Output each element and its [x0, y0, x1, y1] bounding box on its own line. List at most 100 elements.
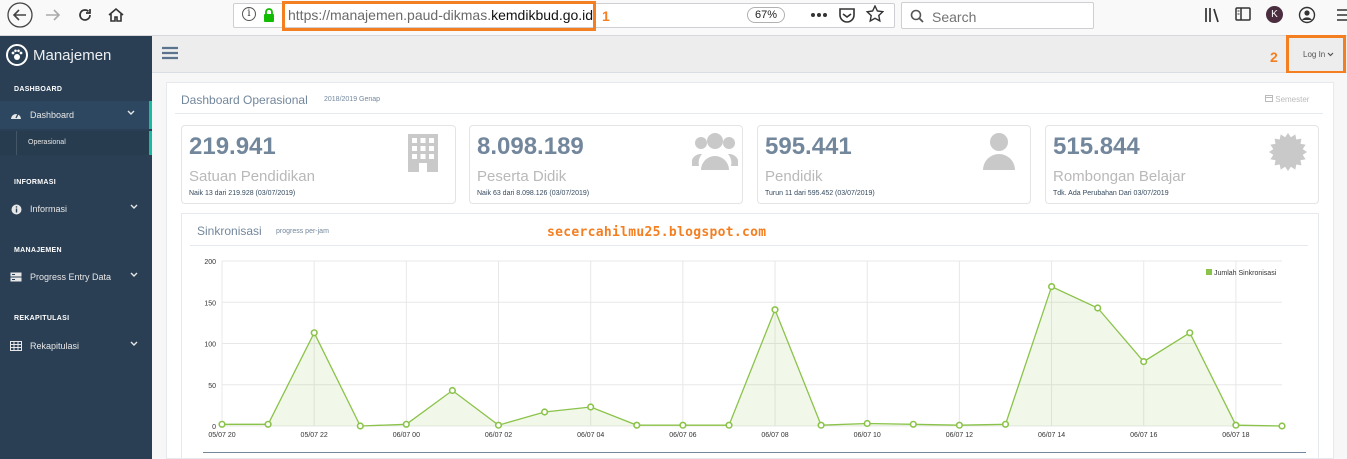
back-arrow-icon	[7, 2, 33, 28]
sidebar-item-dashboard[interactable]: Dashboard	[0, 101, 152, 129]
zoom-level[interactable]: 67%	[747, 7, 786, 23]
brand-title: Manajemen	[33, 46, 112, 64]
y-tick-label: 150	[204, 300, 216, 307]
url-highlight-box	[282, 1, 596, 31]
chevron-down-icon	[130, 341, 138, 346]
data-point	[356, 422, 364, 430]
x-tick-label: 05/07 22	[301, 432, 328, 439]
home-button[interactable]	[100, 0, 132, 30]
sidebar-toggle-icon[interactable]	[1235, 6, 1251, 22]
divider	[175, 113, 1323, 114]
panel-title: Dashboard Operasional	[181, 93, 308, 107]
stat-label: Peserta Didik	[477, 168, 567, 185]
data-point	[1094, 304, 1102, 312]
x-tick-label: 06/07 12	[946, 432, 973, 439]
data-point	[633, 421, 641, 429]
sidebar-item-informasi[interactable]: Informasi	[0, 195, 152, 223]
certificate-badge-icon	[1269, 133, 1307, 171]
annotation-2: 2	[1270, 49, 1278, 65]
stat-value: 219.941	[189, 133, 276, 160]
data-point	[1232, 421, 1240, 429]
x-tick-label: 06/07 02	[485, 432, 512, 439]
data-point	[909, 420, 917, 428]
stat-value: 8.098.189	[477, 133, 584, 160]
top-navbar	[152, 36, 1347, 73]
brand[interactable]: Manajemen	[6, 44, 111, 66]
x-tick-label: 06/07 18	[1222, 432, 1249, 439]
page-actions-icon[interactable]	[810, 12, 828, 18]
data-point	[725, 421, 733, 429]
pocket-icon[interactable]	[838, 6, 856, 24]
menu-section-dashboard: DASHBOARD	[14, 86, 63, 93]
stat-label: Rombongan Belajar	[1053, 168, 1186, 185]
stat-footnote: Tdk. Ada Perubahan Dari 03/07/2019	[1053, 190, 1169, 197]
forward-button[interactable]	[37, 0, 69, 30]
search-icon	[910, 9, 924, 23]
dashboard-gauge-icon	[10, 109, 22, 121]
data-point	[218, 420, 226, 428]
data-point	[817, 421, 825, 429]
reload-icon	[79, 9, 91, 21]
profile-avatar[interactable]: K	[1266, 6, 1283, 23]
browser-toolbar: i https://manajemen.paud-dikmas.kemdikbu…	[0, 0, 1347, 36]
building-icon	[408, 134, 438, 172]
stat-tile-rombongan-belajar: 515.844 Rombongan Belajar Tdk. Ada Perub…	[1045, 125, 1319, 204]
data-point	[448, 386, 457, 395]
chart-bottom-border	[203, 452, 1306, 453]
menu-icon[interactable]	[1337, 9, 1347, 21]
chevron-down-icon	[127, 110, 135, 115]
panel-period: 2018/2019 Genap	[324, 96, 381, 103]
x-tick-label: 06/07 16	[1130, 432, 1157, 439]
forward-arrow-icon	[46, 9, 61, 21]
site-info-icon[interactable]: i	[242, 7, 256, 21]
data-point	[1047, 282, 1056, 291]
sidebar-item-progress-entry-data[interactable]: Progress Entry Data	[0, 263, 152, 291]
hamburger-menu-icon[interactable]	[162, 46, 178, 60]
sidebar-item-rekapitulasi[interactable]: Rekapitulasi	[0, 332, 152, 360]
data-point	[863, 419, 871, 428]
login-highlight-box	[1286, 35, 1346, 74]
sync-area-chart: 0 50 100 150 200 05/07 20 05/07 22 06/07 00 06/0…	[204, 259, 1286, 439]
users-group-icon	[692, 133, 738, 170]
stat-footnote: Naik 63 dari 8.098.126 (03/07/2019)	[477, 190, 590, 197]
x-tick-label: 06/07 00	[393, 432, 420, 439]
data-point	[264, 420, 272, 428]
data-point	[1140, 357, 1148, 366]
table-icon	[10, 340, 22, 352]
calendar-icon	[1265, 95, 1273, 102]
user-icon	[983, 133, 1015, 170]
series-area	[222, 286, 1282, 426]
back-button[interactable]	[4, 0, 36, 30]
data-point	[679, 421, 687, 429]
home-icon	[108, 7, 124, 22]
annotation-1: 1	[602, 8, 610, 24]
data-point	[1186, 329, 1194, 337]
data-point	[1278, 422, 1286, 430]
library-icon[interactable]	[1203, 6, 1221, 24]
reload-button[interactable]	[69, 0, 101, 30]
stat-tile-satuan-pendidikan: 219.941 Satuan Pendidikan Naik 13 dari 2…	[181, 125, 456, 204]
x-tick-label: 06/07 06	[669, 432, 696, 439]
sidebar-item-label: Dashboard	[30, 110, 75, 120]
search-input[interactable]: Search	[901, 2, 1094, 29]
y-tick-label: 0	[212, 424, 216, 431]
stat-label: Satuan Pendidikan	[189, 168, 315, 185]
sidebar-subitem-operasional[interactable]: Operasional	[0, 131, 152, 155]
y-tick-label: 200	[204, 259, 216, 266]
sidebar-item-label: Progress Entry Data	[30, 272, 112, 282]
sidebar: Manajemen DASHBOARD Dashboard Operasiona…	[0, 36, 152, 459]
stat-value: 515.844	[1053, 133, 1140, 160]
server-icon	[10, 271, 22, 283]
account-icon[interactable]	[1298, 6, 1316, 24]
watermark-text: secercahilmu25.blogspot.com	[547, 225, 767, 240]
menu-section-informasi: INFORMASI	[14, 179, 56, 186]
bookmark-star-icon[interactable]	[866, 5, 884, 23]
menu-section-rekapitulasi: REKAPITULASI	[14, 315, 70, 322]
chart-subtitle: progress per-jam	[276, 228, 329, 235]
data-point	[310, 329, 318, 337]
chevron-down-icon	[130, 272, 138, 277]
semester-selector[interactable]: Semester	[1265, 94, 1309, 104]
stat-label: Pendidik	[765, 168, 823, 185]
legend-swatch	[1206, 269, 1212, 275]
x-tick-label: 06/07 04	[577, 432, 604, 439]
